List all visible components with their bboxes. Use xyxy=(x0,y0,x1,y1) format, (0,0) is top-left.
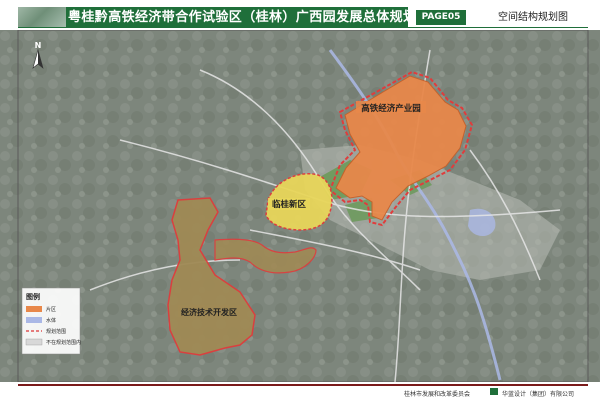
legend-swatch-water xyxy=(26,317,42,323)
legend-label-water: 水体 xyxy=(46,317,56,324)
north-arrow-label: N xyxy=(35,41,42,50)
legend: 图例 片区 水体 规划范围 不在规划范围内 xyxy=(21,287,81,355)
footer-divider xyxy=(18,384,588,386)
page: 粤桂黔高铁经济带合作试验区（桂林）广西园发展总体规划 PAGE05 空间结构规划… xyxy=(0,0,600,400)
legend-swatch-zone xyxy=(26,306,42,312)
legend-label-outside: 不在规划范围内 xyxy=(46,339,81,346)
legend-swatch-outside xyxy=(25,338,43,346)
footer-org-designer: 华蓝设计（集团）有限公司 xyxy=(502,391,575,398)
page-number-badge: PAGE05 xyxy=(416,10,466,25)
footer-bar: 桂林市发展和改革委员会 华蓝设计（集团）有限公司 xyxy=(0,384,600,400)
zone-label-highspeed-rail-park: 高铁经济产业园 xyxy=(361,103,421,114)
map-subtitle: 空间结构规划图 xyxy=(498,12,568,23)
header-divider xyxy=(18,27,588,28)
page-title: 粤桂黔高铁经济带合作试验区（桂林）广西园发展总体规划 xyxy=(68,10,417,25)
header-bar: 粤桂黔高铁经济带合作试验区（桂林）广西园发展总体规划 PAGE05 空间结构规划… xyxy=(18,7,588,28)
zone-label-econ-tech-dev-zone: 经济技术开发区 xyxy=(181,307,237,317)
legend-label-zone: 片区 xyxy=(46,306,56,313)
legend-title: 图例 xyxy=(26,292,40,301)
map-canvas: 高铁经济产业园 临桂新区 经济技术开发区 N 图例 片区 水体 规划范围 不在规… xyxy=(0,30,600,382)
legend-label-boundary: 规划范围 xyxy=(46,328,66,335)
footer-org-commission: 桂林市发展和改革委员会 xyxy=(404,391,471,398)
zone-label-lingui-new-district: 临桂新区 xyxy=(272,199,307,210)
header-photo xyxy=(18,7,66,28)
company-logo-icon xyxy=(490,388,498,395)
